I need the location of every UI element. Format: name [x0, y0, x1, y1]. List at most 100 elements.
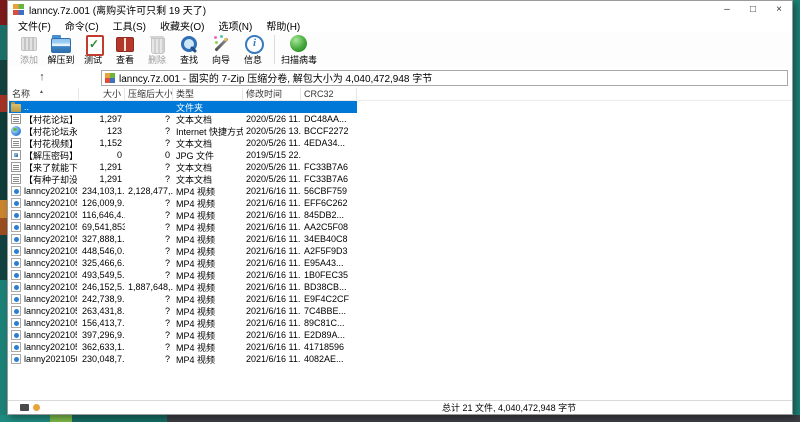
table-row[interactable]: 【村花论坛永...123?Internet 快捷方式2020/5/26 13..…	[9, 125, 792, 137]
table-row[interactable]: lanncy2021050...242,738,9...?MP4 视频2021/…	[9, 293, 792, 305]
cell-packed-size: ?	[125, 114, 173, 124]
view-icon	[115, 34, 135, 54]
table-row[interactable]: lanny20210504...230,048,7...?MP4 视频2021/…	[9, 353, 792, 365]
cell-modified-time: 2021/6/16 11...	[243, 306, 301, 316]
view-button[interactable]: 查看	[110, 34, 140, 65]
cell-crc32: AA2C5F08	[301, 222, 357, 232]
close-button[interactable]: ×	[766, 1, 792, 18]
table-row[interactable]: lanncy2021050...126,009,9...?MP4 视频2021/…	[9, 197, 792, 209]
desktop-fragment	[0, 112, 7, 200]
cell-modified-time: 2021/6/16 11...	[243, 222, 301, 232]
cell-crc32: 1B0FEC35	[301, 270, 357, 280]
wizard-icon	[211, 34, 231, 54]
cell-size: 325,466,6...	[79, 258, 125, 268]
table-row[interactable]: lanncy2021050...493,549,5...?MP4 视频2021/…	[9, 269, 792, 281]
video-icon	[11, 318, 21, 328]
column-header-packed[interactable]: 压缩后大小	[125, 88, 173, 100]
taskbar-segment	[50, 415, 72, 422]
cell-name: ..	[9, 102, 79, 112]
cell-name: lanncy2021050...	[9, 294, 79, 304]
scan-button-label: 扫描病毒	[281, 55, 317, 65]
cell-size: 123	[79, 126, 125, 136]
info-button-label: 信息	[244, 55, 262, 65]
table-row[interactable]: lanncy2021050...69,541,853?MP4 视频2021/6/…	[9, 221, 792, 233]
info-button[interactable]: 信息	[238, 34, 268, 65]
cell-size: 230,048,7...	[79, 354, 125, 364]
table-row[interactable]: 【解压密码】 ...00JPG 文件2019/5/15 22...	[9, 149, 792, 161]
file-name: lanncy2021050...	[24, 330, 77, 340]
column-header-type[interactable]: 类型	[173, 88, 243, 100]
taskbar[interactable]	[0, 415, 800, 422]
table-row[interactable]: 【村花论坛】 ...1,297?文本文档2020/5/26 11...DC48A…	[9, 113, 792, 125]
cell-size: 362,633,1...	[79, 342, 125, 352]
menu-item-favorites[interactable]: 收藏夹(O)	[153, 18, 211, 33]
cell-crc32: 7C4BBE...	[301, 306, 357, 316]
table-row[interactable]: 【村花视频】 ...1,152?文本文档2020/5/26 11...4EDA3…	[9, 137, 792, 149]
cell-modified-time: 2021/6/16 11...	[243, 198, 301, 208]
cell-crc32: 89C81C...	[301, 318, 357, 328]
cell-packed-size: 1,887,648,...	[125, 282, 173, 292]
video-icon	[11, 210, 21, 220]
cell-size: 246,152,5...	[79, 282, 125, 292]
desktop-fragment	[0, 218, 7, 235]
table-row[interactable]: lanncy2021050...397,296,9...?MP4 视频2021/…	[9, 329, 792, 341]
up-one-level-button[interactable]: ↑	[32, 70, 52, 86]
test-button-label: 测试	[84, 55, 102, 65]
table-row[interactable]: lanncy2021050...327,888,1...?MP4 视频2021/…	[9, 233, 792, 245]
column-header-crc[interactable]: CRC32	[301, 88, 357, 100]
menu-item-tools[interactable]: 工具(S)	[106, 18, 153, 33]
cell-crc32: 41718596	[301, 342, 357, 352]
table-row[interactable]: lanncy2021050...156,413,7...?MP4 视频2021/…	[9, 317, 792, 329]
table-row[interactable]: lanncy2021050...325,466,6...?MP4 视频2021/…	[9, 257, 792, 269]
menu-item-help[interactable]: 帮助(H)	[259, 18, 307, 33]
cell-crc32: E2D89A...	[301, 330, 357, 340]
table-row[interactable]: lanncy2021051...362,633,1...?MP4 视频2021/…	[9, 341, 792, 353]
text-icon	[11, 114, 21, 124]
scan-icon	[289, 34, 309, 54]
cell-crc32: 845DB2...	[301, 210, 357, 220]
folder-icon	[11, 104, 21, 112]
table-row[interactable]: lanncy2021050...116,646,4...?MP4 视频2021/…	[9, 209, 792, 221]
table-row[interactable]: lanncy2021050...246,152,5...1,887,648,..…	[9, 281, 792, 293]
table-row[interactable]: 【来了就能下...1,291?文本文档2020/5/26 11...FC33B7…	[9, 161, 792, 173]
extract-button[interactable]: 解压到	[46, 34, 76, 65]
delete-icon	[147, 34, 167, 54]
menu-item-command[interactable]: 命令(C)	[58, 18, 106, 33]
column-header-size[interactable]: 大小	[79, 88, 125, 100]
delete-button[interactable]: 删除	[142, 34, 172, 65]
7zip-window: lanncy.7z.001 (离购买许可只剩 19 天了) – □ × 文件(F…	[7, 0, 793, 415]
menu-item-options[interactable]: 选项(N)	[211, 18, 259, 33]
file-name: lanncy2021050...	[24, 222, 77, 232]
column-header-name[interactable]: 名称▲	[9, 88, 79, 100]
table-row[interactable]: lanncy2021050...448,546,0...?MP4 视频2021/…	[9, 245, 792, 257]
table-row[interactable]: lanncy2021050...263,431,8...?MP4 视频2021/…	[9, 305, 792, 317]
table-row[interactable]: ..文件夹	[9, 101, 357, 113]
maximize-button[interactable]: □	[740, 1, 766, 18]
test-button[interactable]: 测试	[78, 34, 108, 65]
video-icon	[11, 246, 21, 256]
cell-name: 【有种子却没...	[9, 173, 79, 186]
table-row[interactable]: lanncy2021050...234,103,1...2,128,477,..…	[9, 185, 792, 197]
scan-button[interactable]: 扫描病毒	[281, 34, 317, 65]
file-name: lanny20210504...	[24, 354, 77, 364]
cell-modified-time: 2020/5/26 11...	[243, 174, 301, 184]
image-icon	[11, 150, 21, 160]
table-row[interactable]: 【有种子却没...1,291?文本文档2020/5/26 11...FC33B7…	[9, 173, 792, 185]
add-button[interactable]: 添加	[14, 34, 44, 65]
address-field[interactable]: lanncy.7z.001 - 固实的 7-Zip 压缩分卷, 解包大小为 4,…	[101, 70, 788, 86]
desktop: lanncy.7z.001 (离购买许可只剩 19 天了) – □ × 文件(F…	[0, 0, 800, 422]
wizard-button[interactable]: 向导	[206, 34, 236, 65]
column-header-mtime[interactable]: 修改时间	[243, 88, 301, 100]
title-bar[interactable]: lanncy.7z.001 (离购买许可只剩 19 天了) – □ ×	[8, 1, 792, 18]
menu-item-file[interactable]: 文件(F)	[11, 18, 58, 33]
minimize-button[interactable]: –	[714, 1, 740, 18]
video-icon	[11, 342, 21, 352]
file-name: lanncy2021051...	[24, 342, 77, 352]
cell-crc32: A2F5F9D3	[301, 246, 357, 256]
cell-packed-size: 0	[125, 150, 173, 160]
cell-packed-size: ?	[125, 330, 173, 340]
cell-modified-time: 2020/5/26 11...	[243, 138, 301, 148]
cell-modified-time: 2021/6/16 11...	[243, 210, 301, 220]
find-button[interactable]: 查找	[174, 34, 204, 65]
cell-size: 242,738,9...	[79, 294, 125, 304]
